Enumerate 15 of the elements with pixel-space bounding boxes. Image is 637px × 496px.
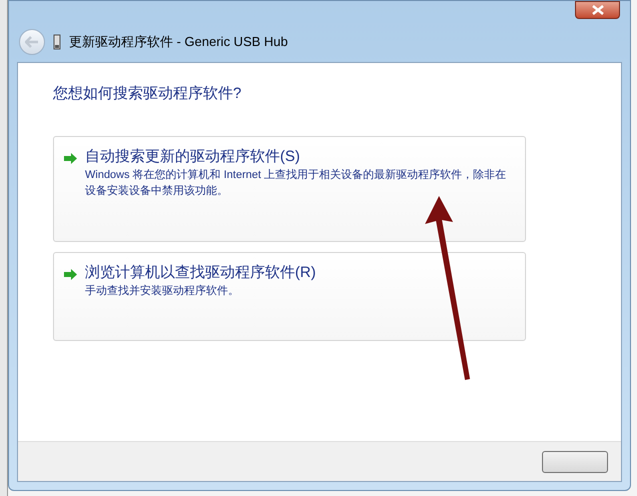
option-title: 自动搜索更新的驱动程序软件(S) <box>85 146 301 166</box>
window-title: 更新驱动程序软件 - Generic USB Hub <box>69 32 288 51</box>
close-icon <box>592 5 604 15</box>
option-description: 手动查找并安装驱动程序软件。 <box>85 284 240 298</box>
back-arrow-icon <box>25 36 39 48</box>
option-title: 浏览计算机以查找驱动程序软件(R) <box>85 262 316 282</box>
close-button[interactable] <box>575 1 620 19</box>
arrow-right-icon <box>64 152 77 164</box>
footer-button[interactable] <box>542 450 608 472</box>
page-heading: 您想如何搜索驱动程序软件? <box>53 84 242 104</box>
option-button[interactable]: 自动搜索更新的驱动程序软件(S) Windows 将在您的计算机和 Internet 上查找用于相关设备的最新驱动程序软件，除非在设备安装设备中禁用该功能。 <box>53 136 526 242</box>
option-description: Windows 将在您的计算机和 Internet 上查找用于相关设备的最新驱动程序软件，除非在设备安装设备中禁用该功能。 <box>85 168 508 198</box>
usb-device-icon <box>53 34 61 50</box>
arrow-right-icon <box>64 268 77 280</box>
option-button[interactable]: 浏览计算机以查找驱动程序软件(R) 手动查找并安装驱动程序软件。 <box>53 252 526 340</box>
